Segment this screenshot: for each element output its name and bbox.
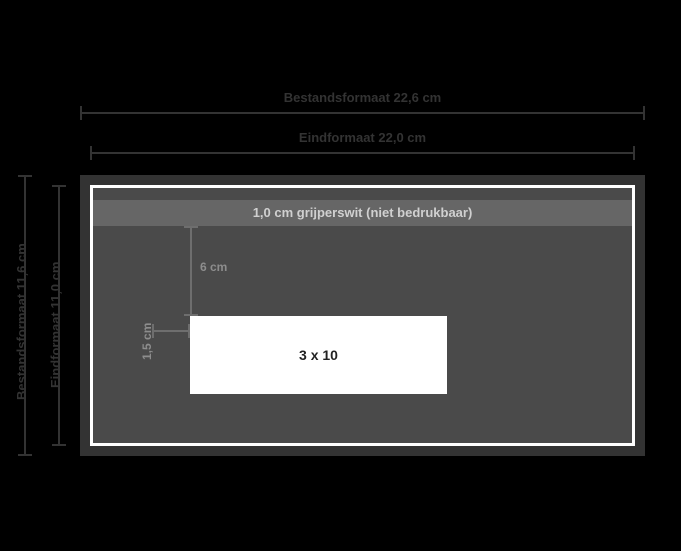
height-outer-label: Bestandsformaat 11,6 cm: [14, 243, 29, 400]
inner-top-measure-bar: [190, 226, 192, 316]
width-final-bar: [90, 152, 635, 154]
inner-top-measure-label: 6 cm: [200, 260, 227, 274]
window-label: 3 x 10: [190, 316, 447, 394]
inner-left-measure-bar: [152, 330, 190, 332]
dimension-diagram: Bestandsformaat 22,6 cm Eindformaat 22,0…: [0, 0, 681, 551]
width-final-label: Eindformaat 22,0 cm: [90, 130, 635, 145]
width-outer-bar: [80, 112, 645, 114]
height-final-label: Eindformaat 11,0 cm: [48, 262, 63, 388]
width-outer-label: Bestandsformaat 22,6 cm: [80, 90, 645, 105]
inner-left-measure-label: 1,5 cm: [140, 323, 154, 360]
inner-top-cap-t: [184, 226, 198, 228]
